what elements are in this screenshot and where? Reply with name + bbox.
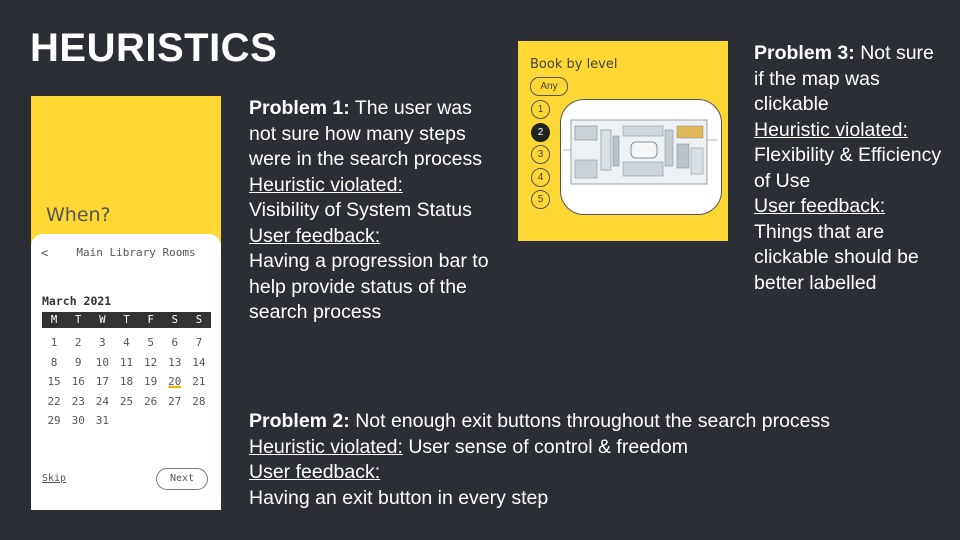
calendar-day[interactable]: 25 — [114, 392, 138, 412]
weekday-label: M — [50, 314, 58, 326]
calendar-day[interactable]: 8 — [42, 353, 66, 373]
level-button[interactable]: 2 — [531, 122, 550, 142]
weekday-label: S — [171, 314, 178, 326]
calendar-day[interactable]: 3 — [90, 333, 114, 353]
problem-2-block: Problem 2: Not enough exit buttons throu… — [249, 409, 939, 511]
location-label: Main Library Rooms — [76, 246, 196, 259]
calendar-day[interactable]: 10 — [90, 353, 114, 373]
calendar-day[interactable]: 16 — [66, 372, 90, 392]
level-button[interactable]: 1 — [531, 100, 550, 119]
page-title: HEURISTICS — [30, 26, 278, 70]
calendar-week-row: 8 9 10 11 12 13 14 — [42, 353, 211, 373]
book-by-level-heading: Book by level — [530, 57, 618, 72]
weekday-label: T — [123, 314, 130, 326]
calendar-day[interactable]: 27 — [163, 392, 187, 412]
calendar-day[interactable]: 5 — [139, 333, 163, 353]
calendar-empty-cell — [114, 411, 138, 431]
problem-1-block: Problem 1: The user was not sure how man… — [249, 96, 494, 326]
calendar-day[interactable]: 2 — [66, 333, 90, 353]
problem-3-feedback: Things that are clickable should be bett… — [754, 220, 919, 294]
calendar-day[interactable]: 9 — [66, 353, 90, 373]
calendar-day[interactable]: 22 — [42, 392, 66, 412]
level-button[interactable]: 3 — [531, 145, 550, 164]
calendar-empty-cell — [163, 411, 187, 431]
problem-3-heuristic-label: Heuristic violated: — [754, 118, 908, 141]
problem-1-heuristic: Visibility of System Status — [249, 199, 472, 221]
calendar-day[interactable]: 28 — [187, 392, 211, 412]
calendar-week-row: 22 23 24 25 26 27 28 — [42, 392, 211, 412]
calendar-day[interactable]: 30 — [66, 411, 90, 431]
calendar-grid: 1 2 3 4 5 6 7 8 9 10 11 12 13 14 15 16 17 18 19 20 21 22 23 24 2… — [42, 333, 211, 431]
problem-3-feedback-label: User feedback: — [754, 195, 886, 217]
level-button[interactable]: 5 — [531, 190, 550, 209]
problem-2-text: Not enough exit buttons throughout the s… — [349, 410, 831, 432]
calendar-day[interactable]: 19 — [139, 372, 163, 392]
problem-2-heuristic: User sense of control & freedom — [402, 435, 688, 458]
problem-1-feedback-label: User feedback: — [249, 224, 381, 247]
weekday-label: F — [147, 314, 154, 326]
problem-1-label: Problem 1: — [249, 97, 350, 119]
level-any-button[interactable]: Any — [530, 77, 568, 96]
skip-link[interactable]: Skip — [42, 473, 66, 484]
calendar-day[interactable]: 7 — [187, 333, 211, 353]
problem-1-heuristic-label: Heuristic violated: — [249, 173, 403, 196]
map-screenshot: Book by level Any 1 2 3 4 5 — [518, 41, 728, 241]
calendar-week-row: 29 30 31 — [42, 411, 211, 431]
calendar-day[interactable]: 6 — [163, 333, 187, 353]
calendar-day[interactable]: 4 — [114, 333, 138, 353]
month-label: March 2021 — [42, 294, 112, 308]
date-picker-screenshot: When? < Main Library Rooms March 2021 M T… — [31, 96, 221, 510]
weekday-label: W — [99, 314, 106, 326]
problem-2-heuristic-label: Heuristic violated: — [249, 435, 403, 458]
calendar-day[interactable]: 31 — [90, 411, 114, 431]
calendar-day[interactable]: 24 — [90, 392, 114, 412]
problem-2-feedback-label: User feedback: — [249, 461, 381, 483]
calendar-card: < Main Library Rooms March 2021 MTWTFSS … — [31, 234, 221, 510]
problem-2-label: Problem 2: — [249, 410, 350, 432]
calendar-empty-cell — [139, 411, 163, 431]
calendar-day[interactable]: 29 — [42, 411, 66, 431]
calendar-day[interactable]: 11 — [114, 353, 138, 373]
calendar-day[interactable]: 23 — [66, 392, 90, 412]
calendar-day[interactable]: 21 — [187, 372, 211, 392]
calendar-day[interactable]: 1 — [42, 333, 66, 353]
calendar-day[interactable]: 14 — [187, 353, 211, 373]
level-button[interactable]: 4 — [531, 167, 550, 187]
calendar-week-row: 15 16 17 18 19 20 21 — [42, 372, 211, 392]
weekday-label: T — [75, 314, 82, 326]
problem-3-label: Problem 3: — [754, 42, 855, 64]
calendar-empty-cell — [187, 411, 211, 431]
calendar-day[interactable]: 17 — [90, 372, 114, 392]
problem-3-block: Problem 3: Not sure if the map was click… — [754, 41, 944, 296]
floor-plan-drawing — [563, 119, 717, 185]
back-icon[interactable]: < — [41, 246, 48, 260]
weekday-label: S — [195, 314, 203, 326]
weekday-header: MTWTFSS — [42, 312, 211, 328]
calendar-day[interactable]: 12 — [139, 353, 163, 373]
calendar-day[interactable]: 20 — [163, 372, 187, 392]
calendar-day[interactable]: 13 — [163, 353, 187, 373]
next-button[interactable]: Next — [156, 468, 208, 490]
calendar-day[interactable]: 15 — [42, 372, 66, 392]
calendar-week-row: 1234567 — [42, 333, 211, 353]
calendar-day[interactable]: 18 — [114, 372, 138, 392]
problem-1-feedback: Having a progression bar to help provide… — [249, 250, 489, 323]
when-heading: When? — [46, 204, 111, 226]
problem-2-feedback: Having an exit button in every step — [249, 486, 549, 509]
calendar-day[interactable]: 26 — [139, 392, 163, 412]
floor-map[interactable] — [560, 99, 722, 215]
problem-3-heuristic: Flexibility & Efficiency of Use — [754, 144, 942, 192]
